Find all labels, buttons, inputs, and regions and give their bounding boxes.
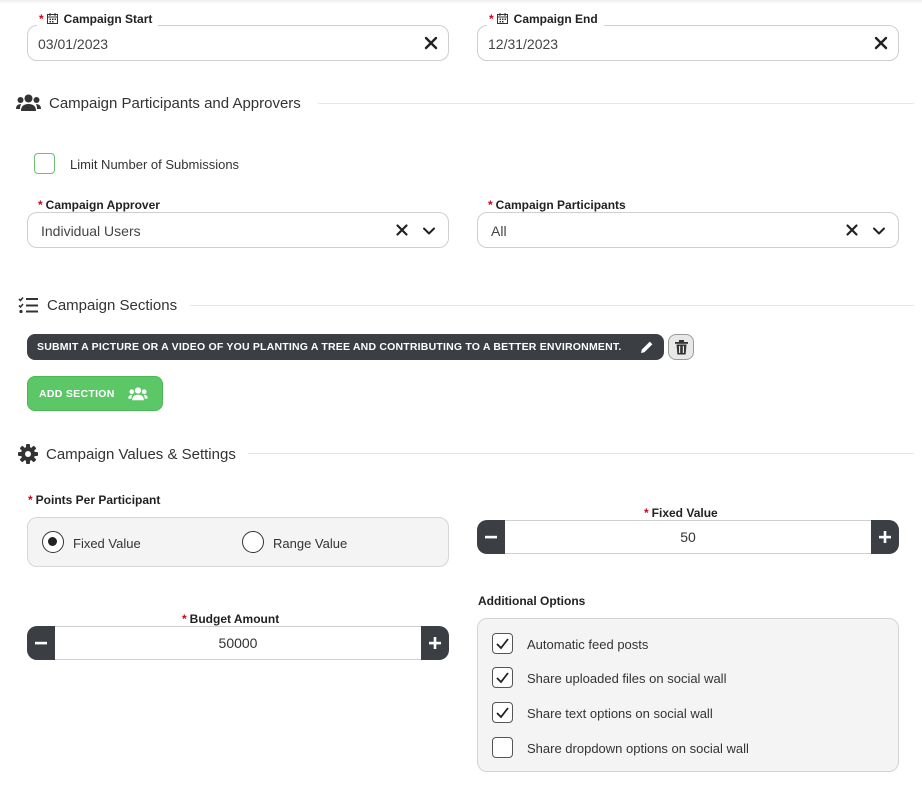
divider [248, 453, 914, 454]
check-icon [496, 672, 509, 684]
divider [190, 305, 914, 306]
budget-amount-stepper: 50000 [27, 626, 449, 660]
section-chip[interactable]: SUBMIT A PICTURE OR A VIDEO OF YOU PLANT… [27, 334, 664, 360]
plus-icon [879, 531, 891, 543]
users-icon [16, 94, 41, 111]
campaign-start-label: * Campaign Start [37, 12, 159, 26]
sections-section-title: Campaign Sections [18, 296, 177, 314]
option-label: Share uploaded files on social wall [527, 671, 727, 686]
campaign-start-field[interactable]: 03/01/2023 [27, 25, 449, 61]
minus-icon [485, 535, 497, 539]
participants-section-title: Campaign Participants and Approvers [16, 94, 301, 112]
points-per-participant-label: * Points Per Participant [26, 493, 167, 507]
clear-icon[interactable] [395, 223, 409, 237]
gear-icon [18, 444, 38, 464]
add-section-button[interactable]: ADD SECTION [27, 376, 163, 411]
budget-amount-input[interactable]: 50000 [55, 626, 421, 660]
campaign-participants-label: * Campaign Participants [486, 198, 642, 212]
plus-icon [429, 637, 441, 649]
chevron-down-icon[interactable] [422, 224, 436, 238]
increment-button[interactable] [421, 626, 449, 660]
campaign-approver-value: Individual Users [41, 223, 141, 239]
increment-button[interactable] [871, 520, 899, 554]
decrement-button[interactable] [27, 626, 55, 660]
option-label: Share text options on social wall [527, 706, 713, 721]
option-checkbox-share-dropdown[interactable] [492, 737, 513, 758]
points-type-radio-group: Fixed Value Range Value [27, 517, 449, 567]
option-label: Share dropdown options on social wall [527, 741, 749, 756]
additional-options-title: Additional Options [476, 594, 592, 608]
fixed-value-radio-label: Fixed Value [73, 536, 141, 551]
campaign-participants-select[interactable]: All [477, 212, 899, 248]
fixed-value-input[interactable]: 50 [505, 520, 871, 554]
fixed-value-stepper: 50 [477, 520, 899, 554]
check-icon [496, 707, 509, 719]
calendar-icon [496, 13, 508, 24]
values-section-title: Campaign Values & Settings [18, 444, 236, 464]
fixed-value-label: * Fixed Value [636, 506, 732, 520]
calendar-icon [46, 13, 58, 24]
campaign-end-value: 12/31/2023 [488, 36, 559, 52]
range-value-radio[interactable] [242, 531, 264, 553]
users-icon [127, 386, 148, 400]
campaign-end-label: * Campaign End [487, 12, 604, 26]
clear-icon[interactable] [874, 36, 888, 50]
chevron-down-icon[interactable] [872, 224, 886, 238]
check-icon [496, 638, 509, 650]
clear-icon[interactable] [424, 36, 438, 50]
top-shade [0, 0, 922, 4]
range-value-radio-label: Range Value [273, 536, 348, 551]
option-checkbox-share-files[interactable] [492, 667, 513, 688]
campaign-approver-label: * Campaign Approver [36, 198, 176, 212]
divider [318, 103, 914, 104]
section-chip-text: SUBMIT A PICTURE OR A VIDEO OF YOU PLANT… [37, 341, 622, 353]
limit-submissions-label: Limit Number of Submissions [70, 157, 240, 172]
limit-submissions-checkbox[interactable] [34, 153, 55, 174]
additional-options-panel: Automatic feed posts Share uploaded file… [477, 618, 899, 772]
campaign-start-value: 03/01/2023 [38, 36, 109, 52]
minus-icon [35, 641, 47, 645]
fixed-value-radio[interactable] [42, 531, 64, 553]
option-checkbox-automatic-feed[interactable] [492, 633, 513, 654]
clear-icon[interactable] [845, 223, 859, 237]
checklist-icon [18, 296, 38, 314]
campaign-participants-value: All [491, 223, 507, 239]
campaign-end-field[interactable]: 12/31/2023 [477, 25, 899, 61]
option-label: Automatic feed posts [527, 637, 649, 652]
trash-icon [675, 340, 688, 355]
option-checkbox-share-text[interactable] [492, 702, 513, 723]
decrement-button[interactable] [477, 520, 505, 554]
pencil-icon[interactable] [640, 340, 654, 354]
campaign-approver-select[interactable]: Individual Users [27, 212, 449, 248]
delete-section-button[interactable] [668, 334, 694, 360]
budget-amount-label: * Budget Amount [174, 612, 294, 626]
